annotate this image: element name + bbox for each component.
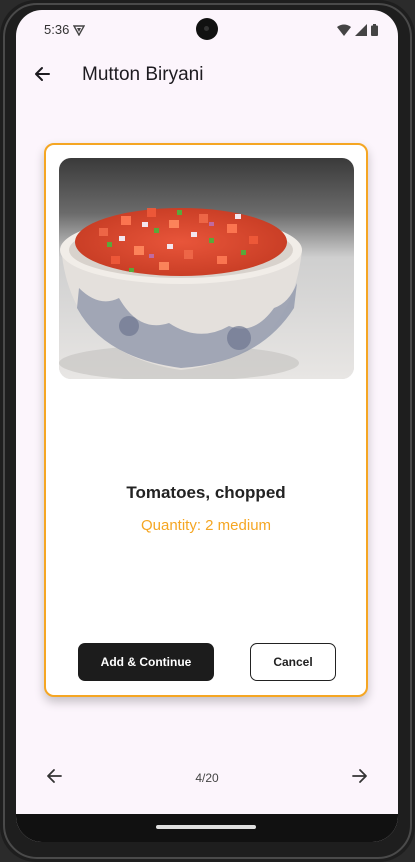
wifi-icon — [337, 23, 351, 41]
page-indicator: 4/20 — [195, 771, 219, 785]
status-icons — [337, 23, 378, 41]
add-continue-button[interactable]: Add & Continue — [78, 643, 214, 681]
arrow-right-icon — [351, 767, 369, 790]
ingredient-quantity: Quantity: 2 medium — [140, 517, 272, 534]
page-title: Mutton Biryani — [82, 64, 204, 85]
home-gesture-handle[interactable] — [156, 825, 256, 829]
screen: 5:36 Mutton Biryani Tomatoes, chopped Qu… — [16, 10, 398, 842]
cancel-button[interactable]: Cancel — [250, 643, 336, 681]
arrow-left-icon — [33, 65, 51, 88]
shield-icon — [72, 23, 86, 41]
back-button[interactable] — [28, 62, 56, 90]
battery-icon — [371, 23, 378, 41]
device-frame: 5:36 Mutton Biryani Tomatoes, chopped Qu… — [0, 0, 415, 862]
signal-icon — [355, 23, 367, 41]
navigation-bar — [16, 814, 398, 842]
app-bar: Mutton Biryani — [16, 54, 398, 98]
status-time: 5:36 — [44, 22, 70, 37]
ingredient-image — [59, 158, 354, 379]
front-camera — [196, 18, 218, 40]
ingredient-name: Tomatoes, chopped — [126, 483, 286, 502]
next-button[interactable] — [346, 764, 374, 792]
ingredient-card: Tomatoes, chopped Quantity: 2 medium Add… — [44, 143, 368, 697]
status-bar: 5:36 — [16, 10, 398, 50]
